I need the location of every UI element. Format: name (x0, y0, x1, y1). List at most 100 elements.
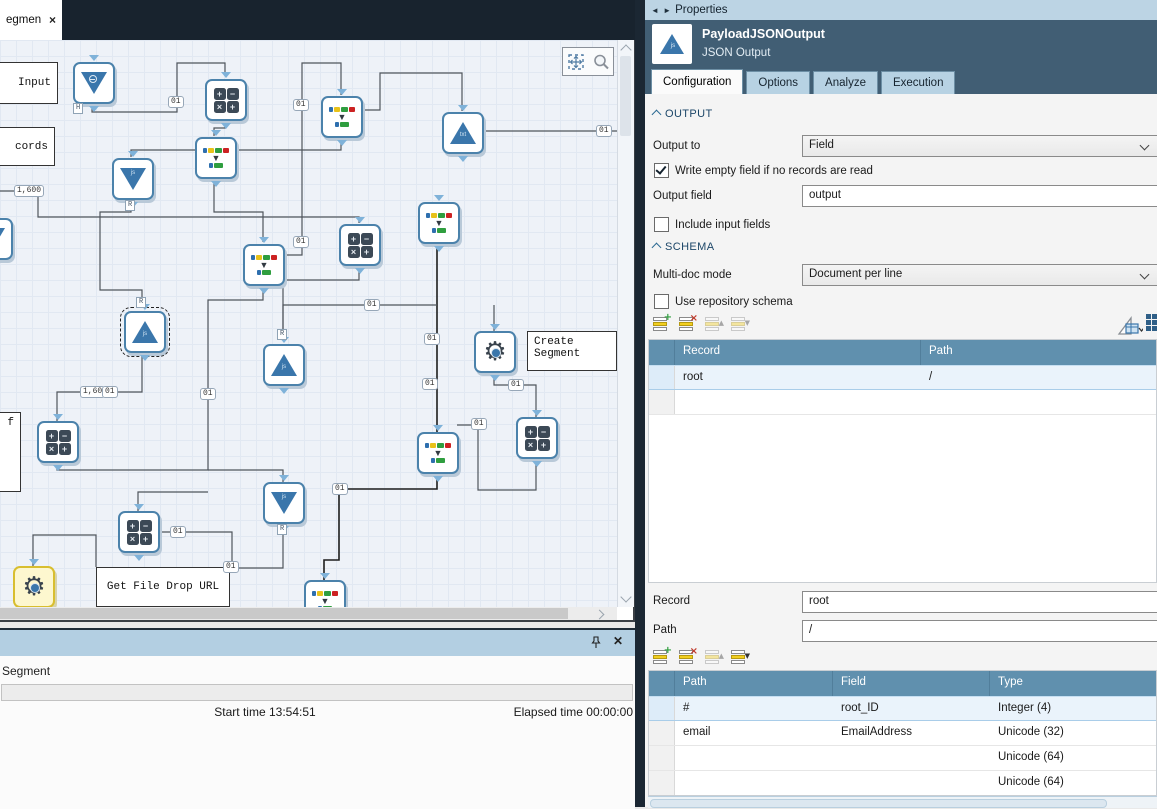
fit-view-icon[interactable] (567, 53, 585, 71)
table-cell[interactable]: root_ID (833, 697, 990, 720)
connection-wire[interactable] (243, 63, 341, 255)
column-header[interactable]: Type (990, 671, 1157, 696)
connection-wire[interactable] (0, 191, 359, 223)
write-empty-checkbox[interactable] (654, 163, 669, 178)
flow-node-bars[interactable]: ▼ (243, 244, 285, 286)
delete-row-icon[interactable]: × (679, 317, 696, 333)
add-row-icon[interactable]: + (653, 317, 670, 333)
scrollbar-thumb[interactable] (620, 56, 631, 136)
flow-node-gear[interactable]: ⚙ (13, 566, 55, 607)
panel-splitter[interactable] (635, 0, 645, 807)
table-row[interactable]: Unicode (64) (649, 746, 1156, 771)
column-header[interactable]: Field (833, 671, 990, 696)
schema-section-header[interactable]: SCHEMA (653, 241, 714, 253)
table-cell[interactable] (675, 390, 921, 414)
table-cell[interactable] (675, 771, 833, 795)
table-cell[interactable]: email (675, 721, 833, 745)
flow-node-bars[interactable]: ▼ (195, 137, 237, 179)
table-row[interactable]: Unicode (64) (649, 771, 1156, 796)
connection-wire[interactable] (361, 73, 462, 111)
canvas-text-box[interactable]: cords (0, 127, 55, 166)
dataflow-canvas-content[interactable]: +−×+ ▼ txt ▼ js ▼ +−×+ ▼ js js ⚙ +−×+ ▼ +−×+ +−×+ js ⚙ ▼ I… (0, 40, 617, 607)
connection-wire[interactable] (138, 492, 208, 511)
scroll-up-icon[interactable] (620, 44, 631, 55)
zoom-icon[interactable] (592, 53, 610, 71)
connection-wire[interactable] (208, 470, 283, 482)
flow-node-bars[interactable]: ▼ (417, 432, 459, 474)
table-row[interactable]: root/ (649, 365, 1156, 390)
multidoc-select[interactable]: Document per line (802, 264, 1157, 286)
document-tab[interactable]: egment × (0, 0, 62, 40)
table-cell[interactable]: root (675, 366, 921, 389)
flow-node-calc[interactable]: +−×+ (516, 417, 558, 459)
flow-node-tri-down[interactable]: js (263, 482, 305, 524)
sort-rows-icon[interactable]: ▼ (731, 650, 748, 666)
table-cell[interactable]: Unicode (64) (990, 746, 1157, 770)
close-icon[interactable]: ✕ (613, 634, 623, 648)
output-field-input[interactable]: output (802, 185, 1157, 207)
table-row[interactable]: #root_IDInteger (4) (649, 696, 1156, 721)
table-row[interactable] (649, 390, 1156, 415)
canvas-horizontal-scrollbar[interactable] (0, 607, 617, 620)
flow-node-bars[interactable]: ▼ (304, 580, 346, 607)
flow-node-calc[interactable]: +−×+ (205, 79, 247, 121)
canvas-text-box[interactable]: f (0, 412, 21, 492)
flow-node-calc[interactable]: +−×+ (339, 224, 381, 266)
pin-icon[interactable] (591, 636, 601, 652)
table-cell[interactable]: EmailAddress (833, 721, 990, 745)
fields-table[interactable]: PathFieldType#root_IDInteger (4)emailEma… (648, 670, 1157, 796)
tab-close-icon[interactable]: × (49, 13, 56, 27)
table-row[interactable]: emailEmailAddressUnicode (32) (649, 721, 1156, 746)
scroll-right-icon[interactable] (595, 610, 605, 620)
connection-wire[interactable] (214, 178, 263, 242)
column-header[interactable]: Record (675, 340, 921, 365)
grid-view-icon[interactable] (1146, 314, 1157, 331)
include-input-checkbox[interactable] (654, 217, 669, 232)
flow-node-calc[interactable]: +−×+ (118, 511, 160, 553)
table-cell[interactable] (921, 390, 1157, 414)
table-cell[interactable] (833, 746, 990, 770)
use-repo-checkbox[interactable] (654, 294, 669, 309)
table-cell[interactable]: / (921, 366, 1157, 389)
path-input[interactable]: / (802, 620, 1157, 642)
fields-table-scrollbar[interactable] (648, 796, 1157, 808)
connection-wire[interactable] (100, 199, 142, 305)
delete-row-icon[interactable]: × (679, 650, 696, 666)
table-cell[interactable]: Unicode (32) (990, 721, 1157, 745)
column-header[interactable]: Path (921, 340, 1157, 365)
canvas-text-box[interactable]: Input (0, 62, 58, 104)
flow-node-bars[interactable]: ▼ (418, 202, 460, 244)
flow-node-tri-down-globe[interactable] (73, 62, 115, 104)
canvas-vertical-scrollbar[interactable] (617, 40, 634, 607)
connection-wire[interactable] (158, 532, 232, 568)
scrollbar-thumb[interactable] (0, 608, 568, 619)
connection-wire[interactable] (232, 535, 283, 568)
table-cell[interactable]: # (675, 697, 833, 720)
tab-options[interactable]: Options (746, 71, 810, 94)
design-mode-icon[interactable] (1117, 316, 1143, 336)
canvas-text-box[interactable]: Get File Drop URL (96, 567, 230, 607)
record-input[interactable]: root (802, 591, 1157, 613)
flow-node-tri-up[interactable]: js (263, 344, 305, 386)
record-table[interactable]: RecordPathroot/ (648, 339, 1157, 583)
tab-configuration[interactable]: Configuration (651, 69, 743, 94)
tab-analyze[interactable]: Analyze (813, 71, 878, 94)
flow-node-tri-down[interactable] (0, 218, 13, 260)
connection-wire[interactable] (494, 371, 536, 417)
flow-node-gear[interactable]: ⚙ (474, 331, 516, 373)
table-cell[interactable] (833, 771, 990, 795)
add-row-icon[interactable]: + (653, 650, 670, 666)
canvas-text-box[interactable]: Create Segment (527, 331, 617, 371)
connection-wire[interactable] (283, 264, 359, 336)
output-to-select[interactable]: Field (802, 135, 1157, 157)
scroll-down-icon[interactable] (620, 591, 631, 602)
flow-node-bars[interactable]: ▼ (321, 96, 363, 138)
flow-node-tri-up[interactable]: txt (442, 112, 484, 154)
table-cell[interactable]: Integer (4) (990, 697, 1157, 720)
flow-node-tri-up[interactable]: js (124, 311, 166, 353)
flow-node-calc[interactable]: +−×+ (37, 421, 79, 463)
nav-arrows-icon[interactable]: ◄ ► (651, 6, 672, 15)
flow-node-tri-down[interactable]: js (112, 158, 154, 200)
connection-wire[interactable] (33, 535, 96, 567)
table-cell[interactable] (675, 746, 833, 770)
